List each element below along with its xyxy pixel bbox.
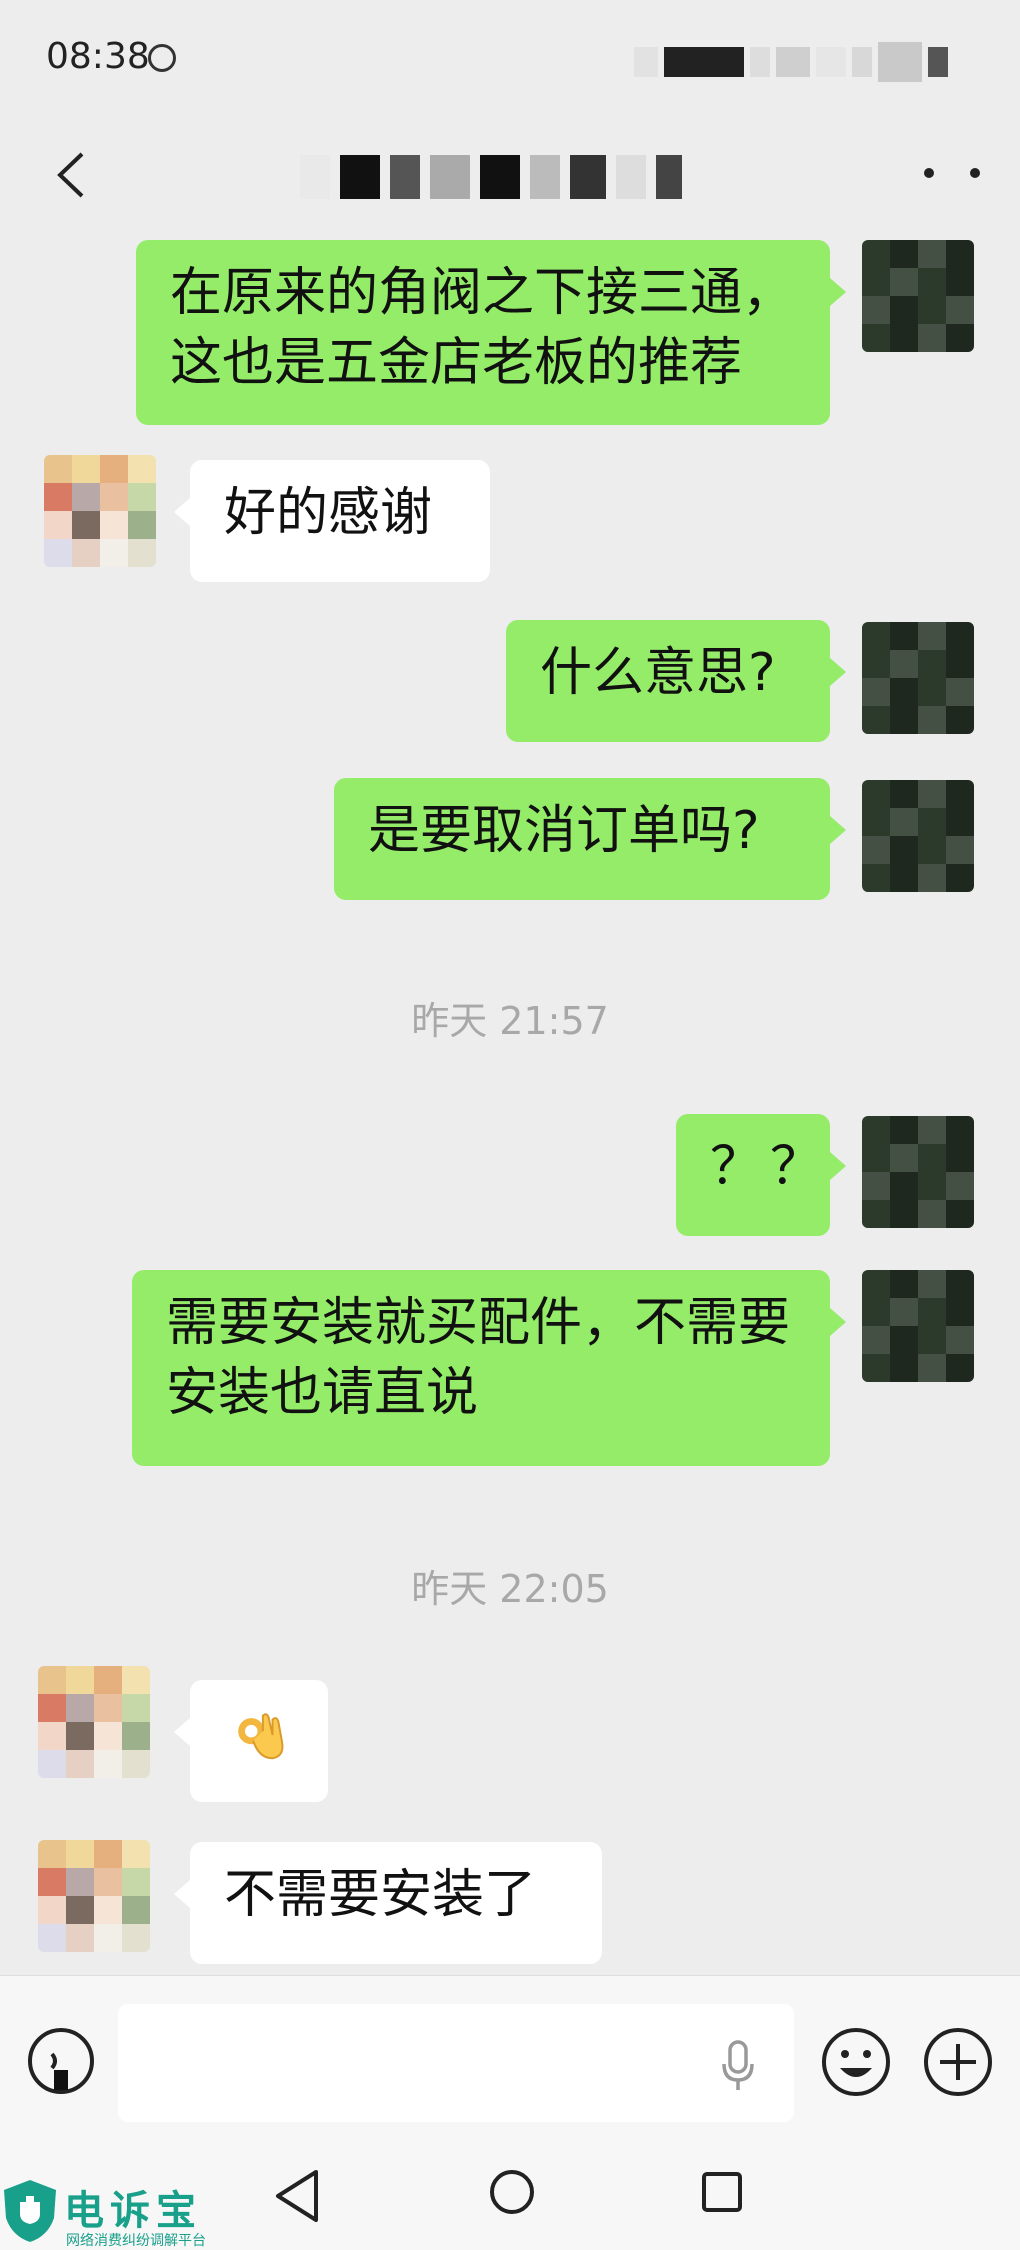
status-bar: 08:38 <box>0 0 1020 120</box>
timestamp-label: 昨天 22:05 <box>411 1567 609 1611</box>
message-bubble-sent[interactable]: 需要安装就买配件，不需要安装也请直说 <box>132 1270 846 1466</box>
message-bubble-sent[interactable]: ？？ <box>676 1114 846 1236</box>
contact-avatar[interactable] <box>38 1666 150 1778</box>
self-avatar[interactable] <box>862 240 974 352</box>
message-input-bar <box>0 1975 1020 2131</box>
shield-logo-icon <box>4 2180 56 2242</box>
message-bubble-received[interactable]: 不需要安装了 <box>174 1842 602 1964</box>
self-avatar[interactable] <box>862 780 974 892</box>
emoji-icon[interactable] <box>820 2026 892 2098</box>
watermark-subtitle: 网络消费纠纷调解平台 <box>66 2233 206 2249</box>
watermark-title: 电诉宝 <box>64 2188 202 2234</box>
more-options-icon[interactable] <box>924 168 980 182</box>
message-text: 什么意思? <box>540 643 776 703</box>
chat-messages: 在原来的角阀之下接三通，这也是五金店老板的推荐 好的感谢 什么意思? 是要取消订… <box>0 230 1020 1975</box>
nav-recent-apps-icon[interactable] <box>700 2170 744 2214</box>
self-avatar[interactable] <box>862 1116 974 1228</box>
chat-header <box>0 120 1020 230</box>
message-text: 好的感谢 <box>224 483 433 543</box>
notification-icon <box>148 44 176 72</box>
voice-mode-icon[interactable] <box>26 2026 96 2096</box>
message-bubble-received[interactable] <box>174 1680 328 1802</box>
status-icons-blurred <box>634 40 974 84</box>
nav-back-icon[interactable] <box>272 2168 322 2224</box>
message-bubble-sent[interactable]: 在原来的角阀之下接三通，这也是五金店老板的推荐 <box>136 240 846 425</box>
message-bubble-sent[interactable]: 什么意思? <box>506 620 846 742</box>
message-text: 在原来的角阀之下接三通，这也是五金店老板的推荐 <box>170 263 795 393</box>
back-arrow-icon[interactable] <box>52 150 92 200</box>
message-text: 是要取消订单吗? <box>368 801 760 861</box>
message-text: 不需要安装了 <box>224 1865 537 1925</box>
self-avatar[interactable] <box>862 622 974 734</box>
microphone-icon[interactable] <box>718 2038 758 2092</box>
watermark: 电诉宝 网络消费纠纷调解平台 <box>0 2178 220 2250</box>
message-text: ？？ <box>710 1137 831 1197</box>
self-avatar[interactable] <box>862 1270 974 1382</box>
contact-avatar[interactable] <box>38 1840 150 1952</box>
timestamp-label: 昨天 21:57 <box>411 999 609 1043</box>
status-time: 08:38 <box>46 36 150 77</box>
message-bubble-sent[interactable]: 是要取消订单吗? <box>334 778 846 900</box>
contact-name-blurred <box>300 150 700 204</box>
message-input[interactable] <box>118 2004 794 2122</box>
add-more-icon[interactable] <box>922 2026 994 2098</box>
message-bubble-received[interactable]: 好的感谢 <box>174 460 490 582</box>
contact-avatar[interactable] <box>44 455 156 567</box>
nav-home-icon[interactable] <box>488 2168 536 2216</box>
message-text: 需要安装就买配件，不需要安装也请直说 <box>166 1293 791 1423</box>
ok-hand-emoji-icon <box>238 1713 284 1760</box>
